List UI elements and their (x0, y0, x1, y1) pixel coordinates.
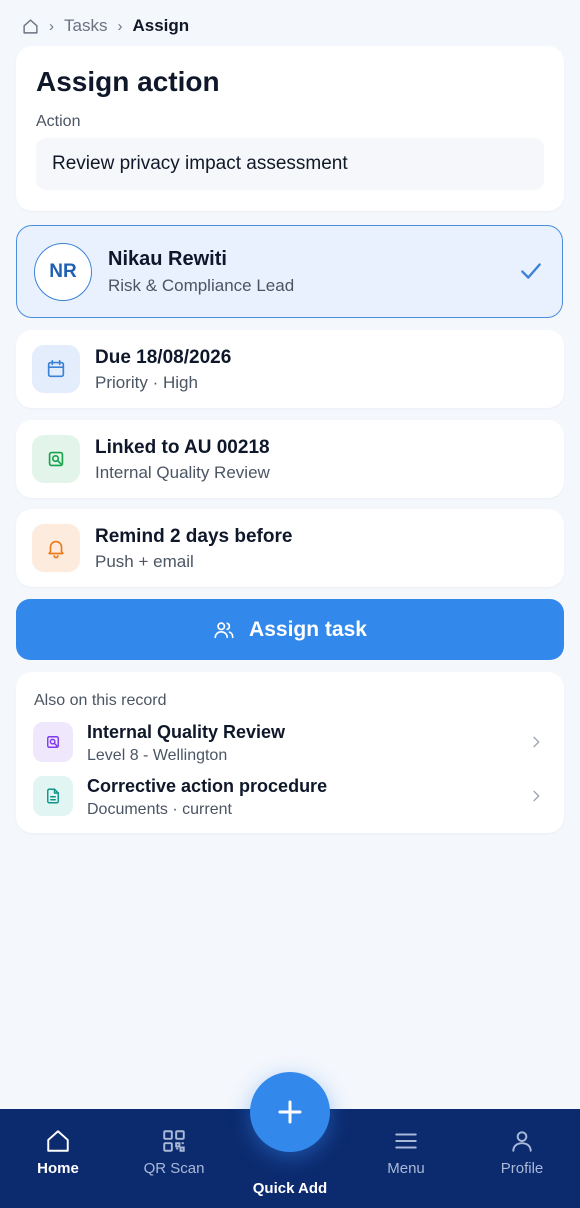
home-icon (45, 1127, 71, 1155)
page-title: Assign action (36, 66, 220, 97)
action-label: Action (36, 113, 81, 130)
record-item-corrective-action-procedure[interactable]: Corrective action procedure Documents · … (16, 772, 564, 820)
qr-icon (161, 1127, 187, 1155)
avatar: NR (34, 243, 92, 301)
reminder-subtitle: Push + email (95, 552, 194, 571)
users-icon (213, 619, 235, 641)
assign-task-label: Assign task (249, 617, 367, 641)
chevron-right-icon (528, 734, 544, 755)
reminder-card[interactable]: Remind 2 days before Push + email (16, 509, 564, 587)
nav-label: Home (37, 1160, 79, 1177)
plus-icon (275, 1097, 305, 1127)
record-title: Corrective action procedure (87, 776, 328, 796)
assignee-name: Nikau Rewiti (108, 248, 227, 270)
record-subtitle: Documents · current (87, 801, 232, 818)
action-field[interactable]: Review privacy impact assessment (36, 138, 544, 190)
nav-label: Menu (387, 1160, 425, 1177)
nav-label: Profile (500, 1160, 544, 1177)
linked-audit-title: Linked to AU 00218 (95, 437, 270, 458)
breadcrumb-current: Assign (132, 16, 190, 35)
chevron-right-icon (528, 788, 544, 809)
chevron-right-icon: › (117, 17, 123, 35)
document-icon (33, 776, 73, 816)
record-title: Internal Quality Review (87, 722, 286, 742)
reminder-title: Remind 2 days before (95, 526, 293, 547)
also-on-record-card: Also on this record Internal Quality Rev… (16, 672, 564, 833)
profile-icon (509, 1127, 535, 1155)
due-date-title: Due 18/08/2026 (95, 347, 232, 368)
nav-home[interactable]: Home (0, 1109, 116, 1208)
nav-qr-scan[interactable]: QR Scan (116, 1109, 232, 1208)
assignee-role: Risk & Compliance Lead (108, 276, 295, 295)
assign-action-card: Assign action Action Review privacy impa… (16, 46, 564, 211)
calendar-icon (32, 345, 80, 393)
quick-add-label: Quick Add (252, 1180, 328, 1197)
chevron-right-icon: › (49, 17, 54, 35)
nav-menu[interactable]: Menu (348, 1109, 464, 1208)
nav-profile[interactable]: Profile (464, 1109, 580, 1208)
check-icon (518, 258, 544, 284)
home-icon[interactable] (22, 18, 39, 35)
record-subtitle: Level 8 - Wellington (87, 747, 228, 764)
record-item-internal-quality-review[interactable]: Internal Quality Review Level 8 - Wellin… (16, 718, 564, 766)
assign-task-button[interactable]: Assign task (16, 599, 564, 660)
quick-add-button[interactable] (250, 1072, 330, 1152)
nav-label: QR Scan (143, 1160, 205, 1177)
bell-icon (32, 524, 80, 572)
menu-icon (393, 1127, 419, 1155)
priority-text: Priority · High (95, 373, 198, 392)
linked-audit-subtitle: Internal Quality Review (95, 463, 270, 482)
audit-search-icon (32, 435, 80, 483)
audit-search-icon (33, 722, 73, 762)
breadcrumb: › Tasks › Assign (22, 14, 189, 38)
due-date-card[interactable]: Due 18/08/2026 Priority · High (16, 330, 564, 408)
assignee-option-selected[interactable]: NR Nikau Rewiti Risk & Compliance Lead (16, 225, 563, 318)
linked-audit-card[interactable]: Linked to AU 00218 Internal Quality Revi… (16, 420, 564, 498)
section-header: Also on this record (34, 692, 167, 709)
breadcrumb-tasks[interactable]: Tasks (64, 16, 107, 36)
